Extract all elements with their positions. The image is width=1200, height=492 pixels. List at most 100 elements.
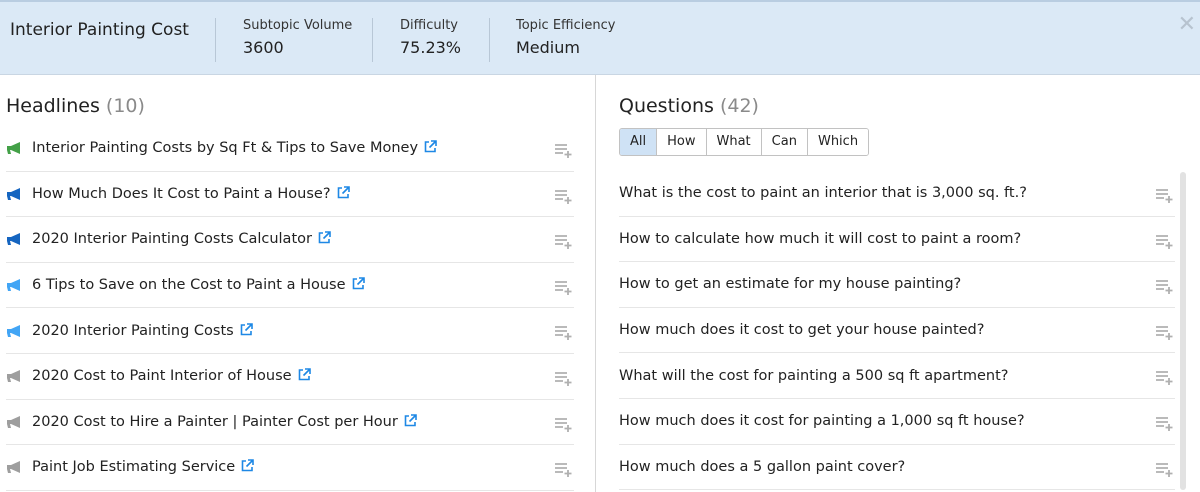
questions-count: (42): [719, 95, 759, 117]
headline-link[interactable]: Paint Job Estimating Service: [32, 459, 255, 476]
external-link-icon[interactable]: [240, 322, 253, 336]
megaphone-icon: [7, 187, 20, 200]
headline-row: 2020 Cost to Paint Interior of House: [6, 354, 574, 400]
header-divider: [489, 18, 490, 62]
header-divider: [372, 18, 373, 62]
add-to-list-icon[interactable]: [554, 279, 574, 295]
add-to-list-icon[interactable]: [1155, 324, 1175, 340]
topic-header: Interior Painting Cost Subtopic Volume 3…: [0, 0, 1200, 75]
external-link-icon[interactable]: [318, 231, 331, 244]
questions-scrollbar[interactable]: [1180, 172, 1186, 490]
question-text[interactable]: How much does it cost to get your house …: [619, 322, 984, 338]
headline-text: 2020 Interior Painting Costs Calculator: [32, 231, 312, 248]
metric-value: 3600: [243, 38, 284, 57]
close-icon[interactable]: ✕: [1178, 14, 1196, 36]
question-row: What is the cost to paint an interior th…: [619, 171, 1175, 217]
questions-title-text: Questions: [619, 95, 714, 117]
headline-row: 2020 Interior Painting Costs Calculator: [6, 217, 574, 263]
headlines-list: Interior Painting Costs by Sq Ft & Tips …: [6, 126, 574, 491]
question-row: What will the cost for painting a 500 sq…: [619, 353, 1175, 399]
megaphone-icon: [7, 324, 20, 337]
megaphone-icon: [7, 233, 20, 246]
headline-link[interactable]: 6 Tips to Save on the Cost to Paint a Ho…: [32, 277, 365, 293]
megaphone-icon: [7, 142, 20, 155]
add-to-list-icon[interactable]: [1155, 461, 1175, 477]
external-link-icon[interactable]: [424, 140, 437, 153]
add-to-list-icon[interactable]: [1155, 415, 1175, 431]
headlines-title-text: Headlines: [6, 95, 100, 117]
question-row: How to get an estimate for my house pain…: [619, 262, 1175, 308]
add-to-list-icon[interactable]: [554, 416, 574, 432]
question-text[interactable]: How much does a 5 gallon paint cover?: [619, 459, 905, 475]
question-text[interactable]: How to calculate how much it will cost t…: [619, 231, 1021, 247]
filter-tab-which[interactable]: Which: [807, 129, 869, 155]
headline-row: How Much Does It Cost to Paint a House?: [6, 172, 574, 218]
megaphone-icon: [7, 461, 20, 474]
question-row: How much does it cost for painting a 1,0…: [619, 399, 1175, 445]
add-to-list-icon[interactable]: [1155, 233, 1175, 249]
external-link-icon[interactable]: [352, 277, 365, 290]
add-to-list-icon[interactable]: [554, 188, 574, 204]
headline-link[interactable]: How Much Does It Cost to Paint a House?: [32, 186, 350, 202]
headline-row: 2020 Interior Painting Costs: [6, 308, 574, 354]
topic-title: Interior Painting Cost: [10, 20, 189, 40]
megaphone-icon: [7, 415, 20, 428]
headline-row: 6 Tips to Save on the Cost to Paint a Ho…: [6, 263, 574, 309]
headline-text: 2020 Cost to Hire a Painter | Painter Co…: [32, 413, 398, 430]
megaphone-icon: [7, 279, 20, 292]
external-link-icon[interactable]: [337, 186, 350, 199]
headlines-title: Headlines (10): [6, 95, 145, 117]
external-link-icon[interactable]: [404, 414, 417, 427]
add-to-list-icon[interactable]: [1155, 187, 1175, 203]
add-to-list-icon[interactable]: [554, 142, 574, 158]
headlines-count: (10): [105, 95, 145, 117]
filter-tab-can[interactable]: Can: [761, 129, 808, 155]
header-divider: [215, 18, 216, 62]
add-to-list-icon[interactable]: [1155, 369, 1175, 386]
metric-label: Subtopic Volume: [243, 18, 353, 33]
headline-link[interactable]: 2020 Cost to Hire a Painter | Painter Co…: [32, 414, 417, 430]
headline-text: How Much Does It Cost to Paint a House?: [32, 185, 331, 202]
question-text[interactable]: What is the cost to paint an interior th…: [619, 185, 1027, 201]
questions-title: Questions (42): [619, 95, 759, 117]
question-text[interactable]: How much does it cost for painting a 1,0…: [619, 413, 1025, 429]
metric-topic-efficiency: Topic Efficiency Medium: [516, 18, 615, 57]
question-text[interactable]: What will the cost for painting a 500 sq…: [619, 368, 1008, 384]
filter-tab-what[interactable]: What: [706, 129, 762, 155]
headline-link[interactable]: 2020 Interior Painting Costs: [32, 323, 253, 339]
headline-text: 6 Tips to Save on the Cost to Paint a Ho…: [32, 277, 346, 294]
headline-row: 2020 Cost to Hire a Painter | Painter Co…: [6, 400, 574, 446]
metric-subtopic-volume: Subtopic Volume 3600: [243, 18, 352, 57]
metric-value: Medium: [516, 38, 580, 57]
add-to-list-icon[interactable]: [554, 370, 574, 386]
headline-link[interactable]: 2020 Cost to Paint Interior of House: [32, 368, 311, 384]
megaphone-icon: [7, 370, 20, 383]
question-row: How much does a 5 gallon paint cover?: [619, 445, 1175, 491]
add-to-list-icon[interactable]: [554, 324, 574, 341]
headline-link[interactable]: Interior Painting Costs by Sq Ft & Tips …: [32, 140, 437, 156]
filter-tab-how[interactable]: How: [657, 129, 707, 155]
question-filter-tabs: All How What Can Which: [619, 128, 870, 156]
headline-row: Paint Job Estimating Service: [6, 445, 574, 491]
filter-tab-all[interactable]: All: [620, 129, 658, 155]
metric-difficulty: Difficulty 75.23%: [400, 18, 461, 57]
headline-text: 2020 Interior Painting Costs: [32, 322, 234, 339]
headline-row: Interior Painting Costs by Sq Ft & Tips …: [6, 126, 574, 172]
questions-list: What is the cost to paint an interior th…: [619, 171, 1175, 491]
headline-text: Interior Painting Costs by Sq Ft & Tips …: [32, 140, 419, 157]
question-row: How much does it cost to get your house …: [619, 308, 1175, 354]
add-to-list-icon[interactable]: [554, 233, 574, 250]
question-text[interactable]: How to get an estimate for my house pain…: [619, 276, 961, 292]
external-link-icon[interactable]: [298, 368, 311, 381]
panel-divider: [595, 75, 596, 492]
headline-link[interactable]: 2020 Interior Painting Costs Calculator: [32, 231, 331, 247]
metric-label: Difficulty: [400, 18, 458, 33]
headline-text: Paint Job Estimating Service: [32, 459, 236, 476]
add-to-list-icon[interactable]: [554, 461, 574, 478]
metric-value: 75.23%: [400, 38, 462, 57]
headline-text: 2020 Cost to Paint Interior of House: [32, 368, 292, 385]
metric-label: Topic Efficiency: [516, 18, 616, 33]
external-link-icon[interactable]: [241, 459, 255, 472]
question-row: How to calculate how much it will cost t…: [619, 217, 1175, 263]
add-to-list-icon[interactable]: [1155, 278, 1175, 295]
